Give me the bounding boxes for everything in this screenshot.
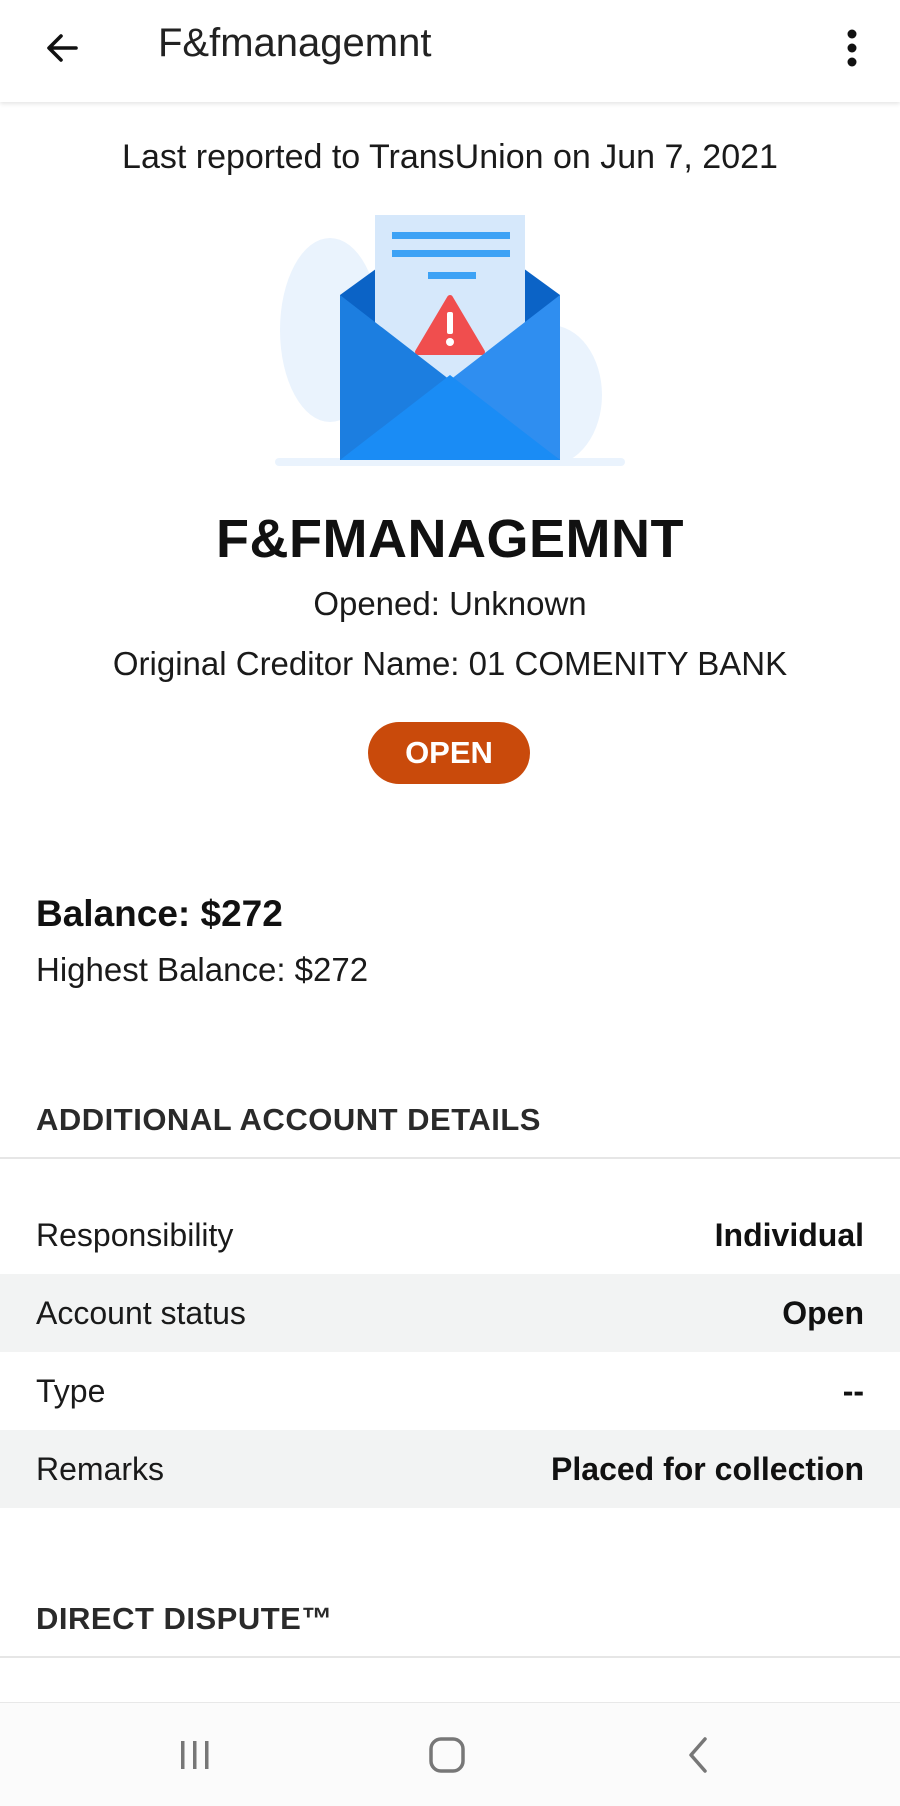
envelope-alert-icon <box>275 215 625 466</box>
arrow-left-icon <box>47 34 78 62</box>
balance: Balance: $272 <box>36 893 283 934</box>
chevron-left-icon <box>689 1737 707 1773</box>
direct-dispute-header: DIRECT DISPUTE™ <box>36 1601 333 1636</box>
detail-value: Open <box>782 1294 864 1331</box>
detail-value: Individual <box>714 1216 864 1253</box>
additional-details-header: ADDITIONAL ACCOUNT DETAILS <box>36 1102 541 1137</box>
recents-button[interactable] <box>165 1727 225 1783</box>
system-nav-bar <box>0 1702 900 1806</box>
detail-row-account-status: Account status Open <box>0 1274 900 1352</box>
more-options-button[interactable] <box>830 20 874 76</box>
back-button[interactable] <box>36 22 88 74</box>
detail-value: -- <box>842 1372 864 1409</box>
detail-label: Responsibility <box>36 1216 234 1253</box>
home-button[interactable] <box>417 1727 477 1783</box>
original-creditor: Original Creditor Name: 01 COMENITY BANK <box>112 645 788 682</box>
divider <box>0 1656 900 1658</box>
more-vertical-icon <box>847 29 857 67</box>
app-bar: F&fmanagemnt <box>0 0 900 102</box>
last-reported-text: Last reported to TransUnion on Jun 7, 20… <box>122 138 778 176</box>
detail-label: Type <box>36 1372 106 1409</box>
highest-balance: Highest Balance: $272 <box>36 951 369 988</box>
detail-row-responsibility: Responsibility Individual <box>0 1196 900 1274</box>
detail-row-type: Type -- <box>0 1352 900 1430</box>
detail-value: Placed for collection <box>551 1450 864 1487</box>
opened-date: Opened: Unknown <box>313 585 587 622</box>
account-name: F&FMANAGEMNT <box>216 509 684 569</box>
system-back-button[interactable] <box>668 1727 728 1783</box>
page-title: F&fmanagemnt <box>158 21 432 65</box>
detail-label: Account status <box>36 1294 246 1331</box>
status-badge: OPEN <box>368 722 530 784</box>
divider <box>0 1157 900 1159</box>
recents-icon <box>181 1741 209 1769</box>
home-icon <box>429 1737 465 1773</box>
detail-label: Remarks <box>36 1450 165 1487</box>
detail-row-remarks: Remarks Placed for collection <box>0 1430 900 1508</box>
